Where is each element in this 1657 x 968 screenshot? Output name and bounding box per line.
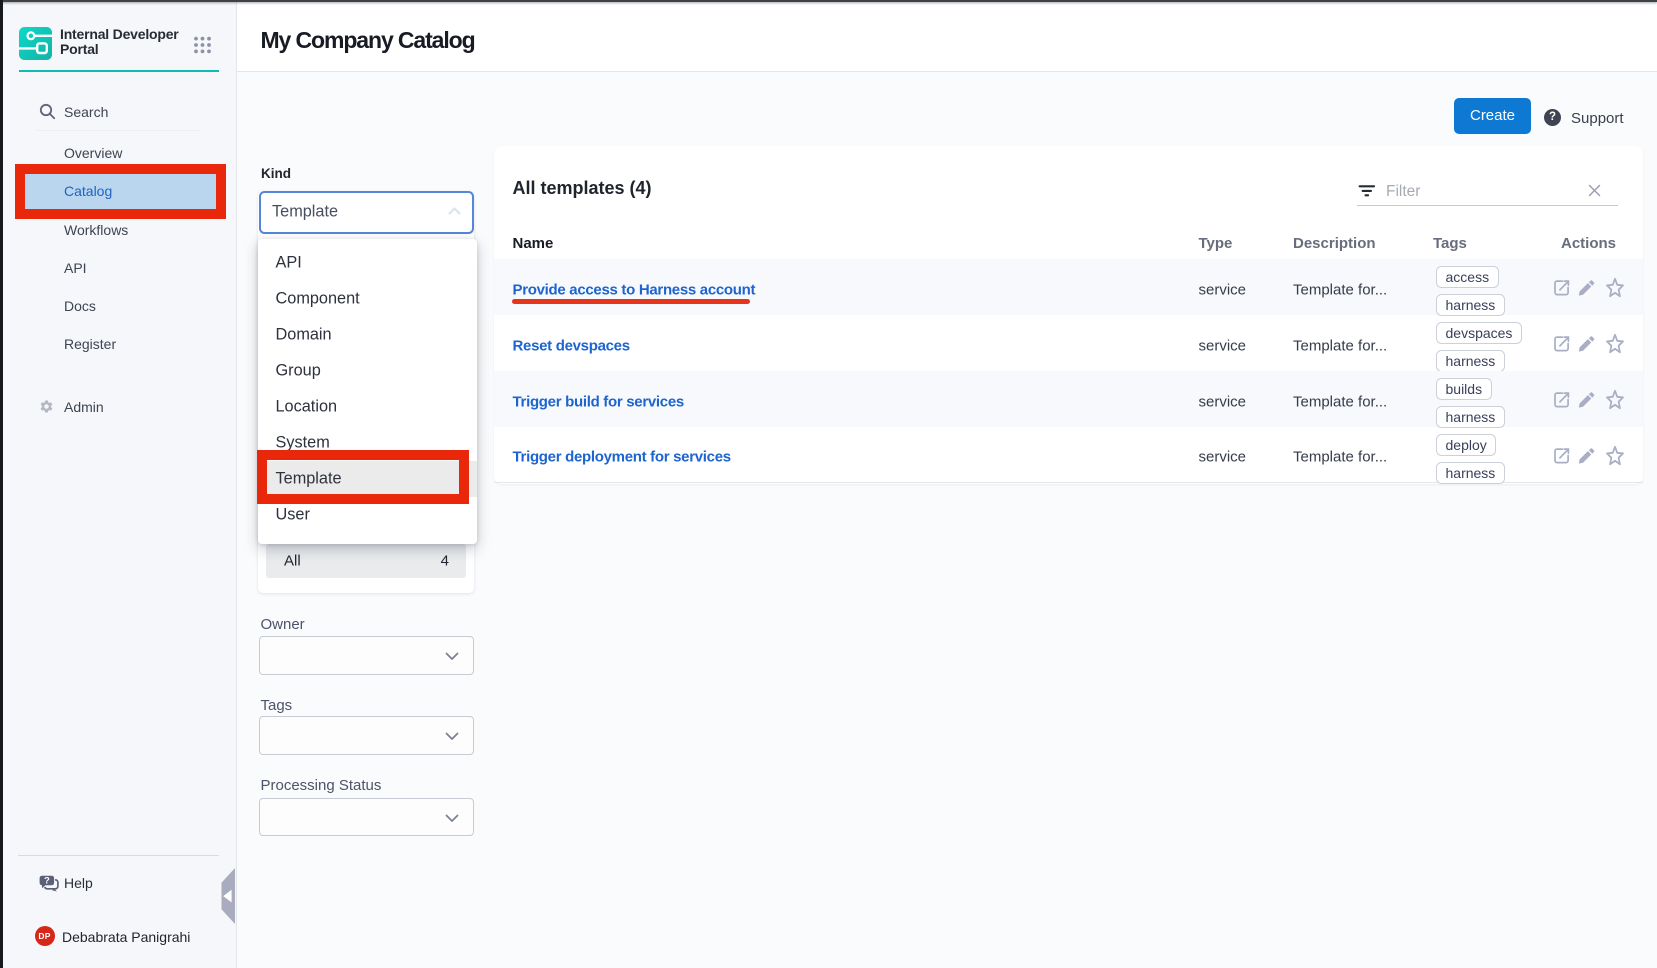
svg-text:?: ? [44,875,50,886]
